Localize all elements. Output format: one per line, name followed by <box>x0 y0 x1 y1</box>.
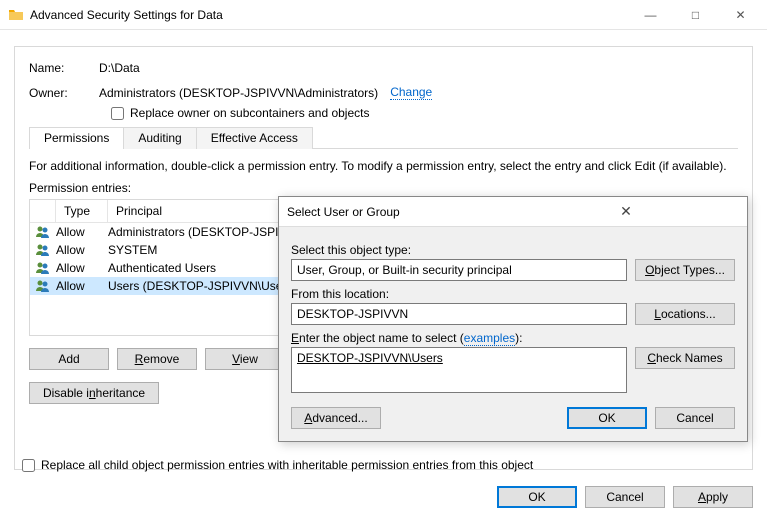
replace-owner-checkbox[interactable] <box>111 107 124 120</box>
apply-button[interactable]: Apply <box>673 486 753 508</box>
main-window-titlebar: Advanced Security Settings for Data — □ … <box>0 0 767 30</box>
maximize-button[interactable]: □ <box>673 1 718 29</box>
object-types-button[interactable]: Object Types... <box>635 259 735 281</box>
people-icon <box>30 242 56 258</box>
owner-value: Administrators (DESKTOP-JSPIVVN\Administ… <box>99 86 378 100</box>
entries-label: Permission entries: <box>29 181 738 195</box>
name-label: Name: <box>29 61 99 75</box>
dialog-title: Select User or Group <box>287 205 513 219</box>
object-name-field[interactable] <box>291 347 627 393</box>
people-icon <box>30 278 56 294</box>
replace-all-label: Replace all child object permission entr… <box>41 458 533 472</box>
row-type: Allow <box>56 279 108 293</box>
row-type: Allow <box>56 225 108 239</box>
change-owner-link[interactable]: Change <box>390 85 432 100</box>
window-title: Advanced Security Settings for Data <box>30 8 628 22</box>
location-field[interactable] <box>291 303 627 325</box>
disable-inheritance-button[interactable]: Disable inheritance <box>29 382 159 404</box>
dialog-ok-button[interactable]: OK <box>567 407 647 429</box>
row-type: Allow <box>56 243 108 257</box>
object-type-label: Select this object type: <box>291 243 735 257</box>
name-value: D:\Data <box>99 61 140 75</box>
dialog-cancel-button[interactable]: Cancel <box>655 407 735 429</box>
replace-owner-label: Replace owner on subcontainers and objec… <box>130 106 369 120</box>
ok-button[interactable]: OK <box>497 486 577 508</box>
tab-row: Permissions Auditing Effective Access <box>29 126 738 149</box>
examples-link[interactable]: examples <box>464 331 515 346</box>
replace-all-row: Replace all child object permission entr… <box>22 458 533 472</box>
view-button[interactable]: View <box>205 348 285 370</box>
hint-text: For additional information, double-click… <box>29 159 738 173</box>
people-icon <box>30 260 56 276</box>
header-type[interactable]: Type <box>56 200 108 222</box>
add-button[interactable]: Add <box>29 348 109 370</box>
remove-button[interactable]: Remove <box>117 348 197 370</box>
dialog-close-button[interactable]: ✕ <box>513 203 739 220</box>
minimize-button[interactable]: — <box>628 1 673 29</box>
owner-label: Owner: <box>29 86 99 100</box>
location-label: From this location: <box>291 287 735 301</box>
cancel-button[interactable]: Cancel <box>585 486 665 508</box>
advanced-button[interactable]: Advanced... <box>291 407 381 429</box>
select-user-dialog: Select User or Group ✕ Select this objec… <box>278 196 748 442</box>
close-button[interactable]: ✕ <box>718 1 763 29</box>
replace-all-checkbox[interactable] <box>22 459 35 472</box>
tab-auditing[interactable]: Auditing <box>123 127 196 149</box>
people-icon <box>30 224 56 240</box>
dialog-titlebar: Select User or Group ✕ <box>279 197 747 227</box>
folder-icon <box>8 7 24 23</box>
locations-button[interactable]: Locations... <box>635 303 735 325</box>
tab-permissions[interactable]: Permissions <box>29 127 124 149</box>
object-type-field[interactable] <box>291 259 627 281</box>
tab-effective-access[interactable]: Effective Access <box>196 127 313 149</box>
enter-name-label: Enter the object name to select (example… <box>291 331 735 345</box>
row-type: Allow <box>56 261 108 275</box>
check-names-button[interactable]: Check Names <box>635 347 735 369</box>
